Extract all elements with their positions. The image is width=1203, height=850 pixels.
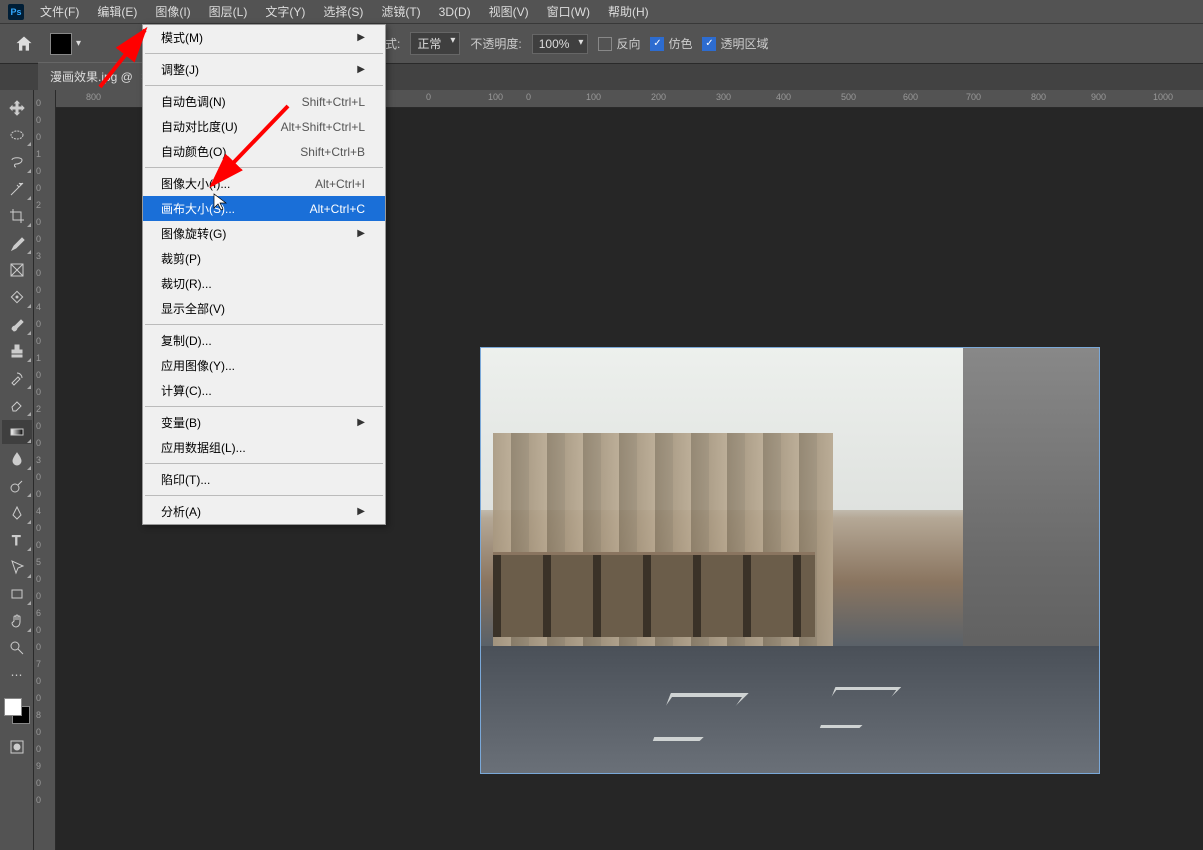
stamp-tool[interactable] <box>2 339 32 363</box>
menu-3d[interactable]: 3D(D) <box>431 2 479 22</box>
menu-item-图像旋转(G)[interactable]: 图像旋转(G)▶ <box>143 221 385 246</box>
gradient-tool[interactable] <box>2 420 32 444</box>
menu-item-图像大小(I)...[interactable]: 图像大小(I)...Alt+Ctrl+I <box>143 171 385 196</box>
home-button[interactable] <box>10 30 38 58</box>
transparency-checkbox[interactable] <box>702 37 716 51</box>
eraser-tool[interactable] <box>2 393 32 417</box>
reverse-checkbox[interactable] <box>598 37 612 51</box>
lasso-tool[interactable] <box>2 150 32 174</box>
reverse-label: 反向 <box>616 35 640 52</box>
menu-item-画布大小(S)...[interactable]: 画布大小(S)...Alt+Ctrl+C <box>143 196 385 221</box>
mode-select[interactable]: 正常 <box>410 32 460 55</box>
ps-logo-icon: Ps <box>8 4 24 20</box>
type-tool[interactable]: T <box>2 528 32 552</box>
foreground-color-swatch[interactable] <box>4 698 22 716</box>
tool-palette: T ⋯ <box>0 90 34 850</box>
eyedropper-tool[interactable] <box>2 231 32 255</box>
svg-text:T: T <box>12 532 21 548</box>
menu-type[interactable]: 文字(Y) <box>257 0 313 23</box>
menubar: Ps 文件(F) 编辑(E) 图像(I) 图层(L) 文字(Y) 选择(S) 滤… <box>0 0 1203 24</box>
document-tab-title: 漫画效果.jpg @ <box>50 68 133 85</box>
history-brush-tool[interactable] <box>2 366 32 390</box>
opacity-select[interactable]: 100% <box>532 34 589 54</box>
menu-item-计算(C)...[interactable]: 计算(C)... <box>143 378 385 403</box>
opacity-label: 不透明度: <box>470 35 521 52</box>
preset-dropdown-icon[interactable]: ▾ <box>76 38 81 49</box>
image-menu-dropdown: 模式(M)▶ 调整(J)▶ 自动色调(N)Shift+Ctrl+L自动对比度(U)A… <box>142 24 386 525</box>
menu-image[interactable]: 图像(I) <box>147 0 198 23</box>
menu-filter[interactable]: 滤镜(T) <box>373 0 428 23</box>
menu-item-应用数据组(L)...[interactable]: 应用数据组(L)... <box>143 435 385 460</box>
menu-help[interactable]: 帮助(H) <box>600 0 657 23</box>
zoom-tool[interactable] <box>2 636 32 660</box>
menu-layer[interactable]: 图层(L) <box>201 0 256 23</box>
mouse-cursor-icon <box>213 193 227 216</box>
document-image[interactable] <box>481 348 1099 773</box>
frame-tool[interactable] <box>2 258 32 282</box>
color-swatches[interactable] <box>4 698 30 724</box>
pen-tool[interactable] <box>2 501 32 525</box>
menu-item-显示全部(V)[interactable]: 显示全部(V) <box>143 296 385 321</box>
menu-edit[interactable]: 编辑(E) <box>89 0 145 23</box>
menu-file[interactable]: 文件(F) <box>32 0 87 23</box>
rectangle-tool[interactable] <box>2 582 32 606</box>
reverse-checkbox-wrap[interactable]: 反向 <box>598 35 640 52</box>
menu-item-复制(D)...[interactable]: 复制(D)... <box>143 328 385 353</box>
menu-item-应用图像(Y)...[interactable]: 应用图像(Y)... <box>143 353 385 378</box>
menu-item-裁剪(P)[interactable]: 裁剪(P) <box>143 246 385 271</box>
spot-heal-tool[interactable] <box>2 285 32 309</box>
dither-checkbox-wrap[interactable]: 仿色 <box>650 35 692 52</box>
brush-tool[interactable] <box>2 312 32 336</box>
dodge-tool[interactable] <box>2 474 32 498</box>
gradient-preset-swatch[interactable] <box>50 33 72 55</box>
menu-window[interactable]: 窗口(W) <box>539 0 598 23</box>
edit-toolbar[interactable]: ⋯ <box>2 663 32 687</box>
menu-item-裁切(R)...[interactable]: 裁切(R)... <box>143 271 385 296</box>
menu-item-自动颜色(O)[interactable]: 自动颜色(O)Shift+Ctrl+B <box>143 139 385 164</box>
menu-item-自动色调(N)[interactable]: 自动色调(N)Shift+Ctrl+L <box>143 89 385 114</box>
marquee-ellipse-tool[interactable] <box>2 123 32 147</box>
transparency-checkbox-wrap[interactable]: 透明区域 <box>702 35 768 52</box>
blur-tool[interactable] <box>2 447 32 471</box>
transparency-label: 透明区域 <box>720 35 768 52</box>
dither-label: 仿色 <box>668 35 692 52</box>
menu-select[interactable]: 选择(S) <box>315 0 371 23</box>
crop-tool[interactable] <box>2 204 32 228</box>
hand-tool[interactable] <box>2 609 32 633</box>
menu-item-分析(A)[interactable]: 分析(A)▶ <box>143 499 385 524</box>
dither-checkbox[interactable] <box>650 37 664 51</box>
menu-item-调整(J)[interactable]: 调整(J)▶ <box>143 57 385 82</box>
menu-item-变量(B)[interactable]: 变量(B)▶ <box>143 410 385 435</box>
ruler-vertical: 0001002003004001002003004005006007008009… <box>34 90 56 850</box>
menu-item-模式(M)[interactable]: 模式(M)▶ <box>143 25 385 50</box>
move-tool[interactable] <box>2 96 32 120</box>
magic-wand-tool[interactable] <box>2 177 32 201</box>
menu-item-陷印(T)...[interactable]: 陷印(T)... <box>143 467 385 492</box>
menu-view[interactable]: 视图(V) <box>481 0 537 23</box>
quick-mask-toggle[interactable] <box>2 735 32 759</box>
path-select-tool[interactable] <box>2 555 32 579</box>
menu-item-自动对比度(U)[interactable]: 自动对比度(U)Alt+Shift+Ctrl+L <box>143 114 385 139</box>
